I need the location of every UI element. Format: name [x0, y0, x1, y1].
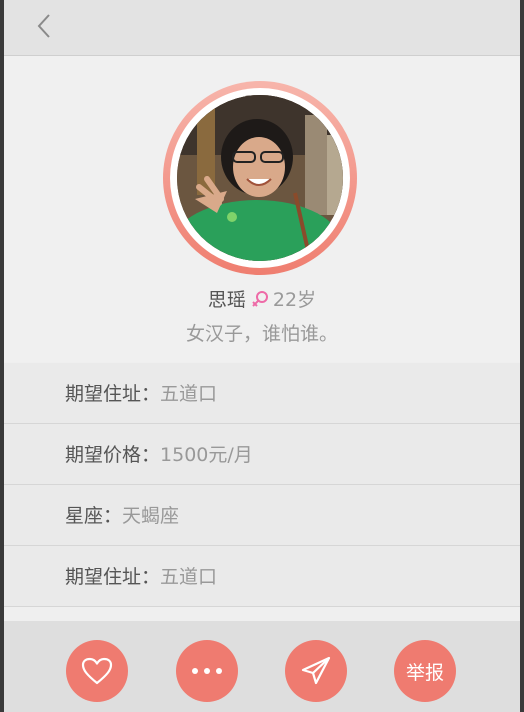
- info-value: 五道口: [160, 383, 218, 405]
- user-name: 思瑶: [207, 289, 246, 311]
- avatar-photo: [177, 95, 343, 261]
- profile-screen: 思瑶 22岁 女汉子，谁怕谁。 期望住址：五道口 期望价格：1500元/月 星座…: [4, 0, 520, 712]
- info-value: 天蝎座: [122, 505, 180, 527]
- profile-header: 思瑶 22岁 女汉子，谁怕谁。: [4, 56, 520, 362]
- back-button[interactable]: [26, 8, 62, 44]
- top-bar: [4, 0, 520, 56]
- info-row-address-2: 期望住址：五道口: [4, 546, 520, 607]
- female-icon: [252, 291, 268, 307]
- like-button[interactable]: [66, 640, 128, 702]
- info-row-address: 期望住址：五道口: [4, 363, 520, 424]
- info-label: 星座：: [65, 505, 123, 527]
- report-button[interactable]: 举报: [394, 640, 456, 702]
- avatar-frame: [163, 81, 357, 275]
- send-button[interactable]: [285, 640, 347, 702]
- info-row-price: 期望价格：1500元/月: [4, 424, 520, 485]
- more-dots-icon: [192, 668, 222, 674]
- paper-plane-icon: [301, 656, 331, 685]
- info-label: 期望住址：: [65, 383, 161, 405]
- info-value: 五道口: [160, 566, 218, 588]
- avatar[interactable]: [177, 95, 343, 261]
- info-value: 1500元/月: [160, 444, 253, 466]
- info-row-zodiac: 星座：天蝎座: [4, 485, 520, 546]
- info-label: 期望价格：: [65, 444, 161, 466]
- user-age: 22岁: [272, 289, 317, 311]
- action-bar: 举报: [4, 621, 520, 712]
- name-line: 思瑶 22岁: [4, 287, 520, 313]
- chevron-left-icon: [37, 14, 50, 38]
- info-list: 期望住址：五道口 期望价格：1500元/月 星座：天蝎座 期望住址：五道口: [4, 363, 520, 607]
- user-motto: 女汉子，谁怕谁。: [185, 323, 338, 345]
- heart-icon: [81, 657, 113, 685]
- more-button[interactable]: [176, 640, 238, 702]
- info-label: 期望住址：: [65, 566, 161, 588]
